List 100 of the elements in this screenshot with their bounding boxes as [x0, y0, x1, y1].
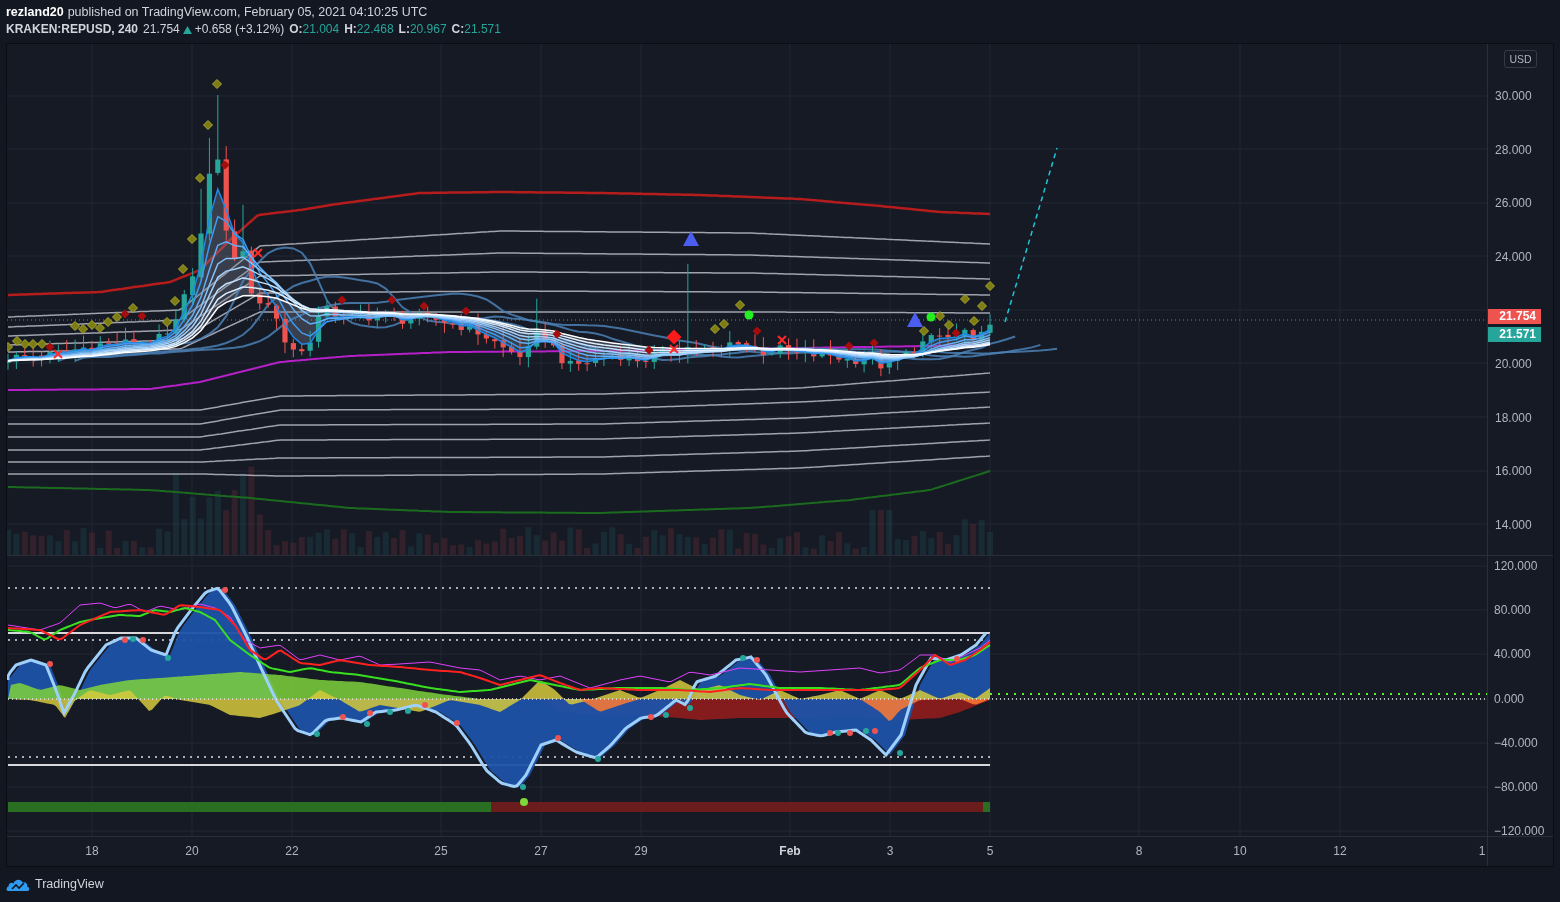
circle-marker: [520, 798, 528, 806]
diamond-marker: [844, 341, 854, 351]
signal-dot: [422, 702, 428, 708]
signal-dot: [555, 735, 561, 741]
diamond-marker: [337, 295, 347, 305]
diamond-marker: [120, 309, 130, 319]
price-tick-label: 16.000: [1495, 464, 1532, 479]
diamond-marker: [935, 311, 945, 321]
diamond-marker: [552, 329, 562, 339]
diamond-marker: [977, 301, 987, 311]
signal-dot: [835, 730, 841, 736]
diamond-marker: [666, 329, 682, 345]
diamond-marker: [170, 296, 180, 306]
diamond-marker: [752, 326, 762, 336]
time-tick-label: 10: [1233, 844, 1247, 858]
signal-dot: [387, 709, 393, 715]
diamond-marker: [960, 294, 970, 304]
circle-marker: [744, 310, 754, 320]
time-tick-label: 5: [986, 844, 994, 858]
diamond-marker: [919, 326, 929, 336]
last-price: 21.754: [143, 21, 180, 38]
circle-marker: [926, 312, 936, 322]
diamond-marker: [70, 321, 80, 331]
time-tick-label: 29: [634, 844, 648, 858]
price-tick-label: 14.000: [1495, 517, 1532, 532]
signal-dot: [648, 714, 654, 720]
signal-dot: [222, 587, 228, 593]
ohlc-label: H:: [344, 21, 357, 38]
signal-dot: [130, 636, 136, 642]
time-tick-label: 25: [434, 844, 448, 858]
diamond-marker: [137, 311, 147, 321]
publish-info: published on TradingView.com, February 05, 2021 04:10:25 UTC: [67, 4, 428, 21]
signal-dot: [897, 750, 903, 756]
signal-dot: [520, 784, 526, 790]
signal-dot: [340, 714, 346, 720]
diamond-marker: [644, 345, 654, 355]
cross-marker: [253, 248, 263, 258]
time-tick-label: 3: [886, 844, 894, 858]
oscillator-tick-label: −80.000: [1494, 779, 1538, 794]
diamond-marker: [95, 323, 105, 333]
diamond-marker: [87, 320, 97, 330]
signal-dot: [740, 655, 746, 661]
time-tick-label: 20: [185, 844, 199, 858]
signal-dot: [367, 710, 373, 716]
oscillator-tick-label: 120.000: [1494, 559, 1538, 573]
cross-marker: [53, 349, 63, 359]
time-tick-label: 18: [85, 844, 99, 858]
diamond-marker: [128, 303, 138, 313]
diamond-marker: [985, 281, 995, 291]
diamond-marker: [869, 338, 879, 348]
price-tick-label: 28.000: [1495, 142, 1532, 157]
signal-dot: [872, 728, 878, 734]
time-tick-label: 27: [534, 844, 548, 858]
ohlc-value: 21.004: [302, 21, 340, 38]
diamond-marker: [103, 317, 113, 327]
signal-dot: [364, 721, 370, 727]
diamond-marker: [969, 316, 979, 326]
oscillator-tick-label: −40.000: [1494, 735, 1538, 750]
signal-dot: [954, 656, 960, 662]
diamond-marker: [112, 312, 122, 322]
price-change: +0.658 (+3.12%): [194, 21, 285, 38]
signal-dot: [314, 731, 320, 737]
diamond-marker: [162, 317, 172, 327]
diamond-marker: [178, 264, 188, 274]
triangle-marker: [683, 231, 699, 246]
diamond-marker: [419, 301, 429, 311]
signal-dot: [663, 712, 669, 718]
oscillator-tick-label: 80.000: [1494, 603, 1531, 618]
diamond-marker: [710, 324, 720, 334]
ohlc-value: 20.967: [409, 21, 447, 38]
diamond-marker: [461, 306, 471, 316]
price-tick-label: 26.000: [1495, 196, 1532, 211]
diamond-marker: [719, 319, 729, 329]
author-name: rezland20: [6, 4, 64, 21]
time-tick-label: 22: [285, 844, 299, 858]
signal-dot: [140, 637, 146, 643]
diamond-marker: [951, 328, 961, 338]
price-tick-label: 20.000: [1495, 356, 1532, 371]
time-tick-label: 12: [1333, 844, 1347, 858]
diamond-marker: [944, 320, 954, 330]
diamond-marker: [195, 173, 205, 183]
diamond-marker: [735, 300, 745, 310]
currency-button[interactable]: USD: [1504, 50, 1537, 68]
time-tick-label: Feb: [779, 844, 801, 858]
diamond-marker: [28, 339, 38, 349]
ohlc-label: C:: [451, 21, 465, 38]
signal-dot: [122, 637, 128, 643]
oscillator-tick-label: −120.000: [1494, 824, 1545, 839]
cloud-logo-icon: [6, 877, 30, 892]
signal-dot: [47, 661, 53, 667]
signal-dot: [454, 720, 460, 726]
diamond-marker: [45, 342, 55, 352]
signal-dot: [165, 655, 171, 661]
price-badge: 21.754: [1488, 308, 1541, 324]
signal-dot: [754, 657, 760, 663]
signal-dot: [595, 756, 601, 762]
oscillator-tick-label: 0.000: [1494, 691, 1525, 706]
price-tick-label: 30.000: [1495, 89, 1532, 103]
oscillator-tick-label: 40.000: [1494, 647, 1531, 662]
price-tick-label: 18.000: [1495, 410, 1532, 425]
